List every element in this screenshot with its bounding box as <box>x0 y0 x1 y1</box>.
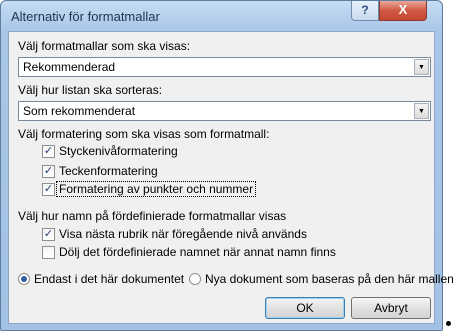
chevron-down-icon[interactable]: ▼ <box>414 103 429 119</box>
show-next-heading-checkbox[interactable]: ✓ <box>42 228 55 241</box>
hide-builtin-name-checkbox[interactable] <box>42 246 55 259</box>
ok-button[interactable]: OK <box>265 297 345 319</box>
formatting-label: Välj formatering som ska visas som forma… <box>18 127 270 141</box>
character-formatting-label[interactable]: Teckenformatering <box>59 164 158 178</box>
cancel-button[interactable]: Avbryt <box>351 297 431 319</box>
show-next-heading-label[interactable]: Visa nästa rubrik när föregående nivå an… <box>59 227 307 241</box>
chevron-down-icon[interactable]: ▼ <box>414 59 429 75</box>
paragraph-formatting-checkbox[interactable]: ✓ <box>42 145 55 158</box>
bullets-numbering-label[interactable]: Formatering av punkter och nummer <box>56 181 257 197</box>
close-button[interactable]: X <box>379 1 427 21</box>
this-document-radio[interactable] <box>18 273 30 285</box>
sort-list-label: Välj hur listan ska sorteras: <box>18 83 163 97</box>
dialog-title: Alternativ för formatmallar <box>11 9 160 24</box>
hide-builtin-name-label[interactable]: Dölj det fördefinierade namnet när annat… <box>59 245 336 259</box>
title-bar[interactable]: Alternativ för formatmallar ? X <box>1 1 442 31</box>
show-styles-label: Välj formatmallar som ska visas: <box>18 39 191 53</box>
this-document-label[interactable]: Endast i det här dokumentet <box>34 272 184 286</box>
sort-list-value: Som rekommenderat <box>23 104 136 118</box>
show-styles-value: Rekommenderad <box>23 60 116 74</box>
new-documents-radio[interactable] <box>189 273 201 285</box>
sort-list-dropdown[interactable]: Som rekommenderat ▼ <box>18 101 431 121</box>
radio-selected-dot <box>21 276 27 282</box>
paragraph-formatting-label[interactable]: Styckenivåformatering <box>59 144 178 158</box>
dialog-body: Välj formatmallar som ska visas: Rekomme… <box>8 31 454 324</box>
builtin-names-label: Välj hur namn på fördefinierade formatma… <box>18 209 287 223</box>
show-styles-dropdown[interactable]: Rekommenderad ▼ <box>18 57 431 77</box>
character-formatting-checkbox[interactable]: ✓ <box>42 165 55 178</box>
bullets-numbering-checkbox[interactable]: ✓ <box>42 183 55 196</box>
close-icon: X <box>398 2 408 17</box>
bullet-dot <box>446 321 451 326</box>
new-documents-label[interactable]: Nya dokument som baseras på den här mall… <box>205 272 454 286</box>
help-button[interactable]: ? <box>351 1 379 21</box>
style-options-dialog: Alternativ för formatmallar ? X Välj for… <box>0 0 454 331</box>
bullets-numbering-label-wrap[interactable]: Formatering av punkter och nummer <box>56 181 257 197</box>
help-icon: ? <box>361 3 369 17</box>
